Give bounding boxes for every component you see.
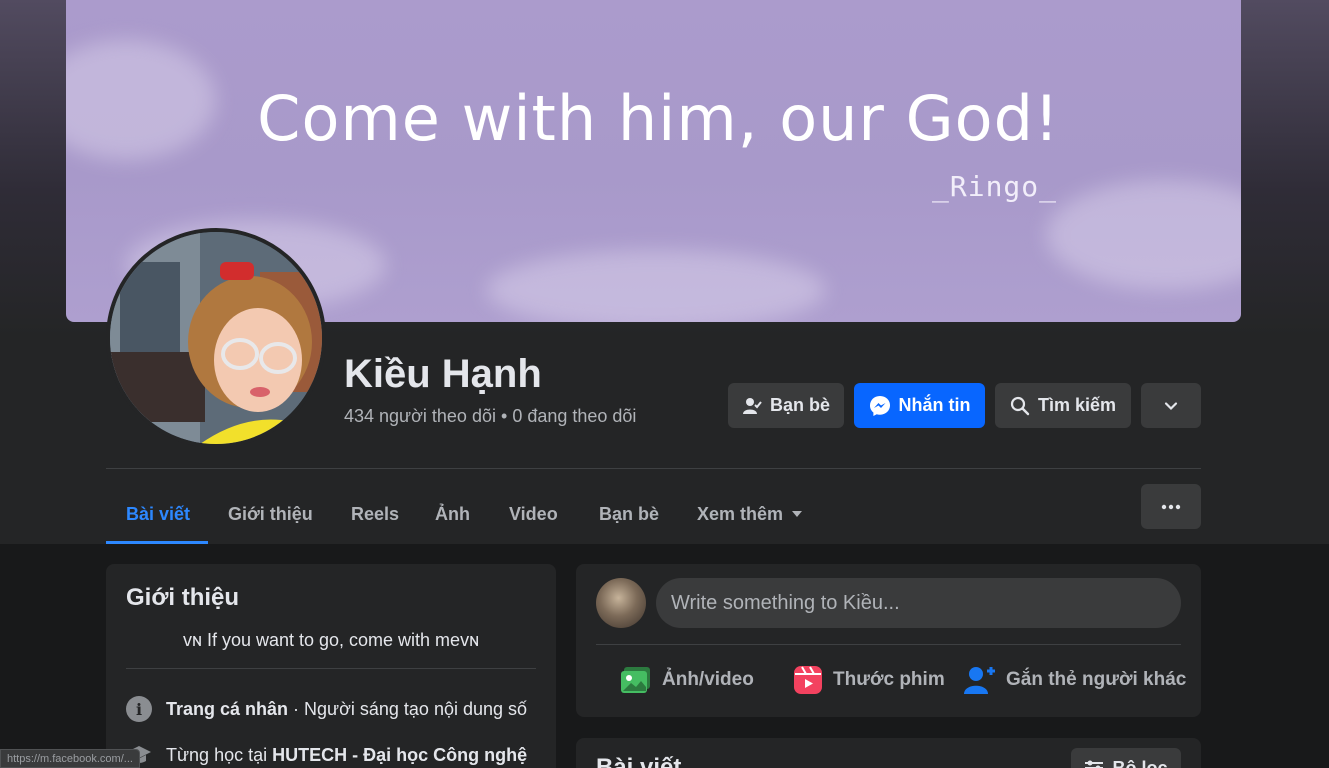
tab-see-more-label: Xem thêm xyxy=(697,503,784,524)
cover-cloud xyxy=(486,250,826,322)
following-count[interactable]: 0 đang theo dõi xyxy=(512,406,636,426)
stats-separator: • xyxy=(500,406,508,426)
chevron-down-icon xyxy=(1164,401,1178,410)
education-text: Từng học tại HUTECH - Đại học Công nghệ xyxy=(166,745,527,766)
intro-page-type-row: i Trang cá nhân · Người sáng tạo nội dun… xyxy=(126,696,527,722)
tabs-more-button[interactable] xyxy=(1141,484,1201,529)
cover-signature-text: _Ringo_ xyxy=(932,170,1058,203)
profile-avatar[interactable] xyxy=(106,228,326,448)
tab-videos[interactable]: Video xyxy=(509,484,558,544)
followers-count[interactable]: 434 người theo dõi xyxy=(344,406,496,426)
education-prefix: Từng học tại xyxy=(166,744,273,765)
messenger-icon xyxy=(869,395,890,416)
bio-flag-prefix: ᴠɴ xyxy=(182,630,202,650)
intro-divider xyxy=(126,668,536,669)
filter-label: Bộ lọc xyxy=(1112,757,1168,768)
tab-photos[interactable]: Ảnh xyxy=(435,484,470,544)
reel-button[interactable]: Thước phim xyxy=(793,660,945,700)
intro-bio: ᴠɴ If you want to go, come with meᴠɴ xyxy=(106,630,556,651)
page-type-value: · Người sáng tạo nội dung số xyxy=(288,698,528,719)
search-button[interactable]: Tìm kiếm xyxy=(995,383,1131,428)
info-icon: i xyxy=(126,696,152,722)
tab-reels[interactable]: Reels xyxy=(351,484,399,544)
post-composer-card: Write something to Kiều... Ảnh/video Thư… xyxy=(576,564,1201,717)
reel-label: Thước phim xyxy=(833,669,945,690)
friend-check-icon xyxy=(742,397,762,414)
intro-education-row: Từng học tại HUTECH - Đại học Công nghệ xyxy=(126,744,527,766)
search-icon xyxy=(1010,396,1030,415)
follow-stats: 434 người theo dõi • 0 đang theo dõi xyxy=(344,406,636,427)
posts-card: Bài viết Bộ lọc xyxy=(576,738,1201,768)
message-button[interactable]: Nhắn tin xyxy=(854,383,985,428)
message-button-label: Nhắn tin xyxy=(898,395,971,415)
filter-button[interactable]: Bộ lọc xyxy=(1071,748,1181,768)
profile-name: Kiều Hạnh xyxy=(344,352,542,396)
tab-posts[interactable]: Bài viết xyxy=(126,484,190,544)
profile-avatar-image xyxy=(110,232,322,444)
more-options-dropdown-button[interactable] xyxy=(1141,383,1201,428)
composer-input[interactable]: Write something to Kiều... xyxy=(656,578,1181,628)
ellipsis-icon xyxy=(1161,504,1181,509)
tab-friends[interactable]: Bạn bè xyxy=(599,484,659,544)
bio-text: If you want to go, come with me xyxy=(201,630,461,650)
reel-icon xyxy=(794,666,822,694)
browser-status-url: https://m.facebook.com/... xyxy=(0,749,140,768)
bio-flag-suffix: ᴠɴ xyxy=(460,630,480,650)
caret-down-icon xyxy=(792,511,803,517)
photo-video-button[interactable]: Ảnh/video xyxy=(620,660,754,700)
search-button-label: Tìm kiếm xyxy=(1037,395,1117,415)
photo-icon xyxy=(621,667,650,693)
page-type-label: Trang cá nhân xyxy=(166,698,289,719)
tag-people-button[interactable]: Gắn thẻ người khác xyxy=(964,660,1186,700)
friends-button-label: Bạn bè xyxy=(769,395,830,415)
education-school[interactable]: HUTECH - Đại học Công nghệ xyxy=(272,745,527,765)
viewer-avatar[interactable] xyxy=(596,578,646,628)
friends-button[interactable]: Bạn bè xyxy=(728,383,844,428)
tag-person-icon xyxy=(964,667,995,694)
cover-quote-text: Come with him, our God! xyxy=(257,82,1060,155)
page-type-text: Trang cá nhân · Người sáng tạo nội dung … xyxy=(166,699,527,720)
header-divider xyxy=(106,468,1201,469)
filter-icon xyxy=(1085,760,1104,768)
cover-cloud xyxy=(1046,180,1241,290)
composer-divider xyxy=(596,644,1181,645)
posts-title: Bài viết xyxy=(596,754,682,768)
tab-about[interactable]: Giới thiệu xyxy=(228,484,313,544)
active-tab-indicator xyxy=(106,541,208,544)
tab-see-more[interactable]: Xem thêm xyxy=(697,484,803,544)
tag-people-label: Gắn thẻ người khác xyxy=(1006,669,1187,690)
photo-video-label: Ảnh/video xyxy=(662,669,754,690)
intro-title: Giới thiệu xyxy=(126,584,240,611)
intro-card: Giới thiệu ᴠɴ If you want to go, come wi… xyxy=(106,564,556,768)
